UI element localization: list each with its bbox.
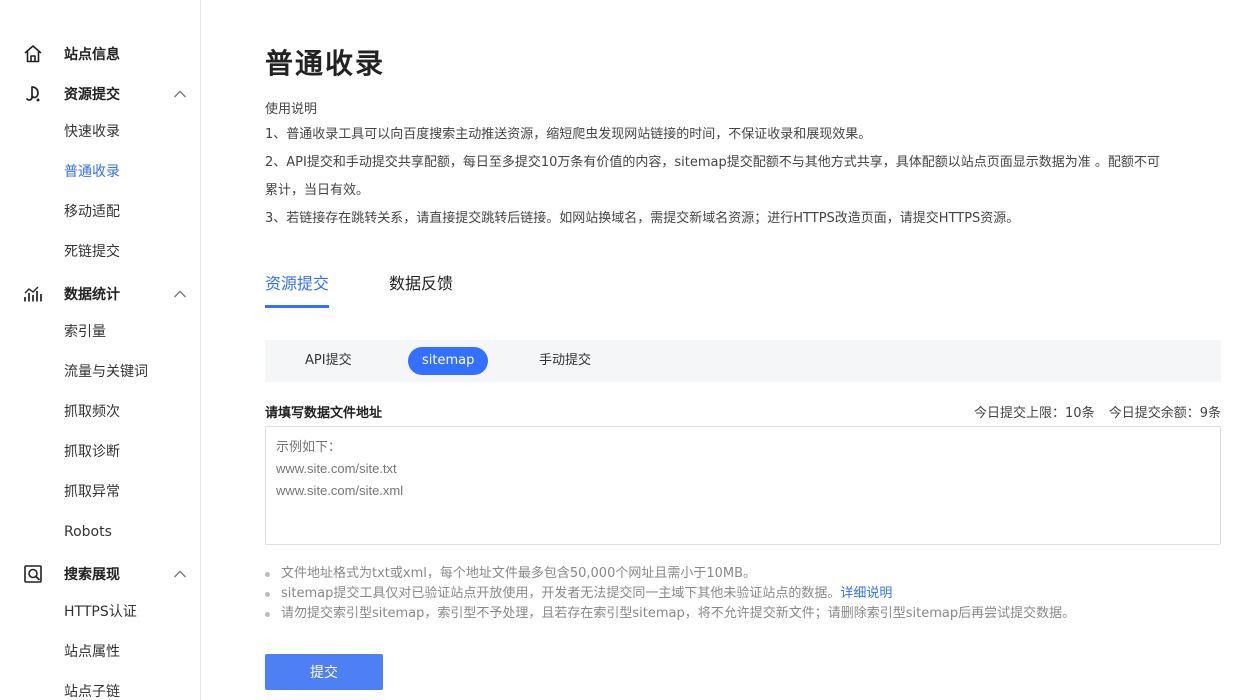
sidebar-group-search-display[interactable]: 搜索展现	[22, 562, 187, 586]
sidebar-group-data-stats[interactable]: 数据统计	[22, 282, 187, 306]
sidebar-item-site-sublinks[interactable]: 站点子链	[64, 682, 120, 700]
sidebar-item-crawl-errors[interactable]: 抓取异常	[64, 482, 120, 502]
details-link[interactable]: 详细说明	[840, 586, 892, 601]
sidebar-item-deadlink-submit[interactable]: 死链提交	[64, 242, 120, 262]
sidebar-group-label: 搜索展现	[64, 567, 120, 583]
sidebar-group-resource-submit[interactable]: 资源提交	[22, 82, 187, 106]
usage-line: 1、普通收录工具可以向百度搜索主动推送资源，缩短爬虫发现网站链接的时间，不保证收…	[265, 127, 872, 142]
usage-line: 累计，当日有效。	[265, 183, 370, 198]
sidebar-item-mobile-adapt[interactable]: 移动适配	[64, 202, 120, 222]
sitemap-url-textarea[interactable]	[265, 426, 1221, 545]
tab-resource-submit[interactable]: 资源提交	[265, 270, 330, 308]
chevron-up-icon[interactable]	[173, 567, 187, 581]
chevron-up-icon[interactable]	[173, 287, 187, 301]
sidebar-item-robots[interactable]: Robots	[64, 522, 112, 542]
sidebar-item-site-attributes[interactable]: 站点属性	[64, 642, 120, 662]
tabs: 资源提交 数据反馈	[265, 270, 665, 310]
tab-data-feedback[interactable]: 数据反馈	[389, 270, 453, 308]
sidebar-group-label: 资源提交	[64, 87, 120, 103]
home-icon	[22, 43, 44, 65]
subtab-sitemap[interactable]: sitemap	[408, 347, 489, 375]
note-text: 请勿提交索引型sitemap，索引型不予处理，且若存在索引型sitemap，将不…	[281, 606, 1076, 621]
search-display-icon	[22, 563, 44, 585]
quota-info: 今日提交上限：10条 今日提交余额：9条	[964, 402, 1221, 421]
sidebar-item-crawl-diagnosis[interactable]: 抓取诊断	[64, 442, 120, 462]
sidebar-item-crawl-frequency[interactable]: 抓取频次	[64, 402, 120, 422]
sidebar-item-normal-index[interactable]: 普通收录	[64, 162, 120, 182]
submit-button[interactable]: 提交	[265, 654, 383, 690]
note-text: 文件地址格式为txt或xml，每个地址文件最多包含50,000个网址且需小于10…	[281, 566, 757, 581]
sidebar-item-https-cert[interactable]: HTTPS认证	[64, 602, 137, 622]
sidebar-item-index-volume[interactable]: 索引量	[64, 322, 106, 342]
sidebar: 站点信息 资源提交 快速收录 普通收录 移动适配 死链提交 数据统计 索引量 流…	[0, 0, 201, 700]
submit-hook-icon	[22, 83, 44, 105]
quota-limit: 今日提交上限：10条	[974, 406, 1095, 421]
stats-icon	[22, 283, 44, 305]
note-text: sitemap提交工具仅对已验证站点开放使用，开发者无法提交同一主域下其他未验证…	[281, 586, 841, 601]
sidebar-group-label: 数据统计	[64, 287, 120, 303]
usage-title: 使用说明	[265, 102, 318, 117]
sidebar-group-label: 站点信息	[64, 47, 120, 63]
usage-line: 2、API提交和手动提交共享配额，每日至多提交10万条有价值的内容，sitema…	[265, 155, 1160, 170]
page-title: 普通收录	[265, 47, 386, 80]
list-item: 文件地址格式为txt或xml，每个地址文件最多包含50,000个网址且需小于10…	[265, 564, 1221, 584]
sitemap-url-label: 请填写数据文件地址	[265, 406, 383, 421]
sidebar-group-site-info[interactable]: 站点信息	[22, 42, 187, 66]
subtab-manual-submit[interactable]: 手动提交	[525, 347, 605, 375]
sidebar-item-fast-index[interactable]: 快速收录	[64, 122, 120, 142]
subtab-api-submit[interactable]: API提交	[291, 347, 366, 375]
list-item: sitemap提交工具仅对已验证站点开放使用，开发者无法提交同一主域下其他未验证…	[265, 584, 1221, 604]
chevron-up-icon[interactable]	[173, 87, 187, 101]
submit-method-subtabs: API提交 sitemap 手动提交	[265, 340, 1221, 382]
list-item: 请勿提交索引型sitemap，索引型不予处理，且若存在索引型sitemap，将不…	[265, 604, 1221, 624]
notes-list: 文件地址格式为txt或xml，每个地址文件最多包含50,000个网址且需小于10…	[265, 564, 1221, 624]
quota-remaining: 今日提交余额：9条	[1108, 406, 1221, 421]
sidebar-item-traffic-keywords[interactable]: 流量与关键词	[64, 362, 148, 382]
usage-line: 3、若链接存在跳转关系，请直接提交跳转后链接。如网站换域名，需提交新域名资源；进…	[265, 211, 1020, 226]
